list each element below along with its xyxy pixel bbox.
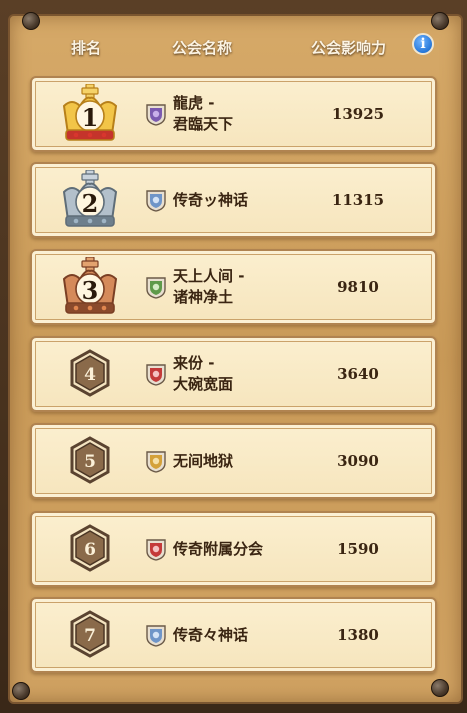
rank-hex-badge-icon: 5 bbox=[58, 431, 122, 493]
leaderboard-row[interactable]: 6 传奇附属分会 1590 bbox=[30, 511, 437, 587]
influence-score: 1380 bbox=[337, 626, 379, 644]
table-header: 排名 公会名称 公会影响力 bbox=[30, 28, 440, 64]
blue-wolf-emblem-icon bbox=[145, 623, 167, 647]
silver-crown-icon: 2 bbox=[58, 169, 122, 232]
bronze-crown-icon: 3 bbox=[58, 256, 122, 319]
red-cat-emblem-icon bbox=[145, 362, 167, 386]
svg-text:3: 3 bbox=[82, 276, 99, 305]
corner-bolt-icon bbox=[431, 679, 449, 697]
gold-lion-emblem-icon bbox=[145, 449, 167, 473]
leaderboard-row[interactable]: 2 传奇ッ神话 11315 bbox=[30, 162, 437, 238]
green-dragon-emblem-icon bbox=[145, 275, 167, 299]
corner-bolt-icon bbox=[12, 682, 30, 700]
blue-wolf-emblem-icon bbox=[145, 188, 167, 212]
purple-cat-emblem-icon bbox=[145, 102, 167, 126]
svg-text:7: 7 bbox=[84, 626, 96, 646]
leaderboard-row[interactable]: 7 传奇々神话 1380 bbox=[30, 597, 437, 673]
guild-name-column-header: 公会名称 bbox=[172, 39, 233, 57]
guild-name: 来份 - 大碗宽面 bbox=[173, 354, 234, 393]
guild-name: 传奇附属分会 bbox=[173, 540, 264, 558]
leaderboard-row[interactable]: 3 天上人间 - 诸神净土 9810 bbox=[30, 249, 437, 325]
gold-crown-icon: 1 bbox=[58, 83, 122, 146]
svg-text:1: 1 bbox=[82, 103, 99, 132]
guild-name: 传奇々神话 bbox=[173, 626, 249, 644]
red-cat-emblem-icon bbox=[145, 537, 167, 561]
svg-text:4: 4 bbox=[84, 365, 96, 385]
influence-column-header: 公会影响力 bbox=[311, 39, 387, 57]
leaderboard-frame: 排名 公会名称 公会影响力 i 1 龍虎 - 君臨天下 13925 2 传奇ッ神话… bbox=[0, 0, 467, 713]
rank-hex-badge-icon: 4 bbox=[58, 344, 122, 406]
influence-score: 13925 bbox=[331, 105, 385, 123]
leaderboard-row[interactable]: 4 来份 - 大碗宽面 3640 bbox=[30, 336, 437, 412]
leaderboard-row[interactable]: 5 无间地狱 3090 bbox=[30, 423, 437, 499]
leaderboard-row[interactable]: 1 龍虎 - 君臨天下 13925 bbox=[30, 76, 437, 152]
influence-score: 1590 bbox=[337, 540, 379, 558]
guild-name: 天上人间 - 诸神净土 bbox=[173, 267, 245, 306]
svg-text:2: 2 bbox=[82, 189, 99, 218]
rank-hex-badge-icon: 7 bbox=[58, 605, 122, 667]
influence-score: 11315 bbox=[331, 191, 385, 209]
guild-name: 无间地狱 bbox=[173, 452, 234, 470]
guild-name: 传奇ッ神话 bbox=[173, 191, 249, 209]
guild-name: 龍虎 - 君臨天下 bbox=[173, 94, 234, 133]
svg-text:5: 5 bbox=[84, 452, 96, 472]
rank-hex-badge-icon: 6 bbox=[58, 519, 122, 581]
svg-text:6: 6 bbox=[84, 540, 96, 560]
info-icon[interactable]: i bbox=[412, 33, 434, 55]
influence-score: 3090 bbox=[337, 452, 379, 470]
rank-column-header: 排名 bbox=[71, 39, 102, 57]
influence-score: 9810 bbox=[337, 278, 379, 296]
influence-score: 3640 bbox=[337, 365, 379, 383]
